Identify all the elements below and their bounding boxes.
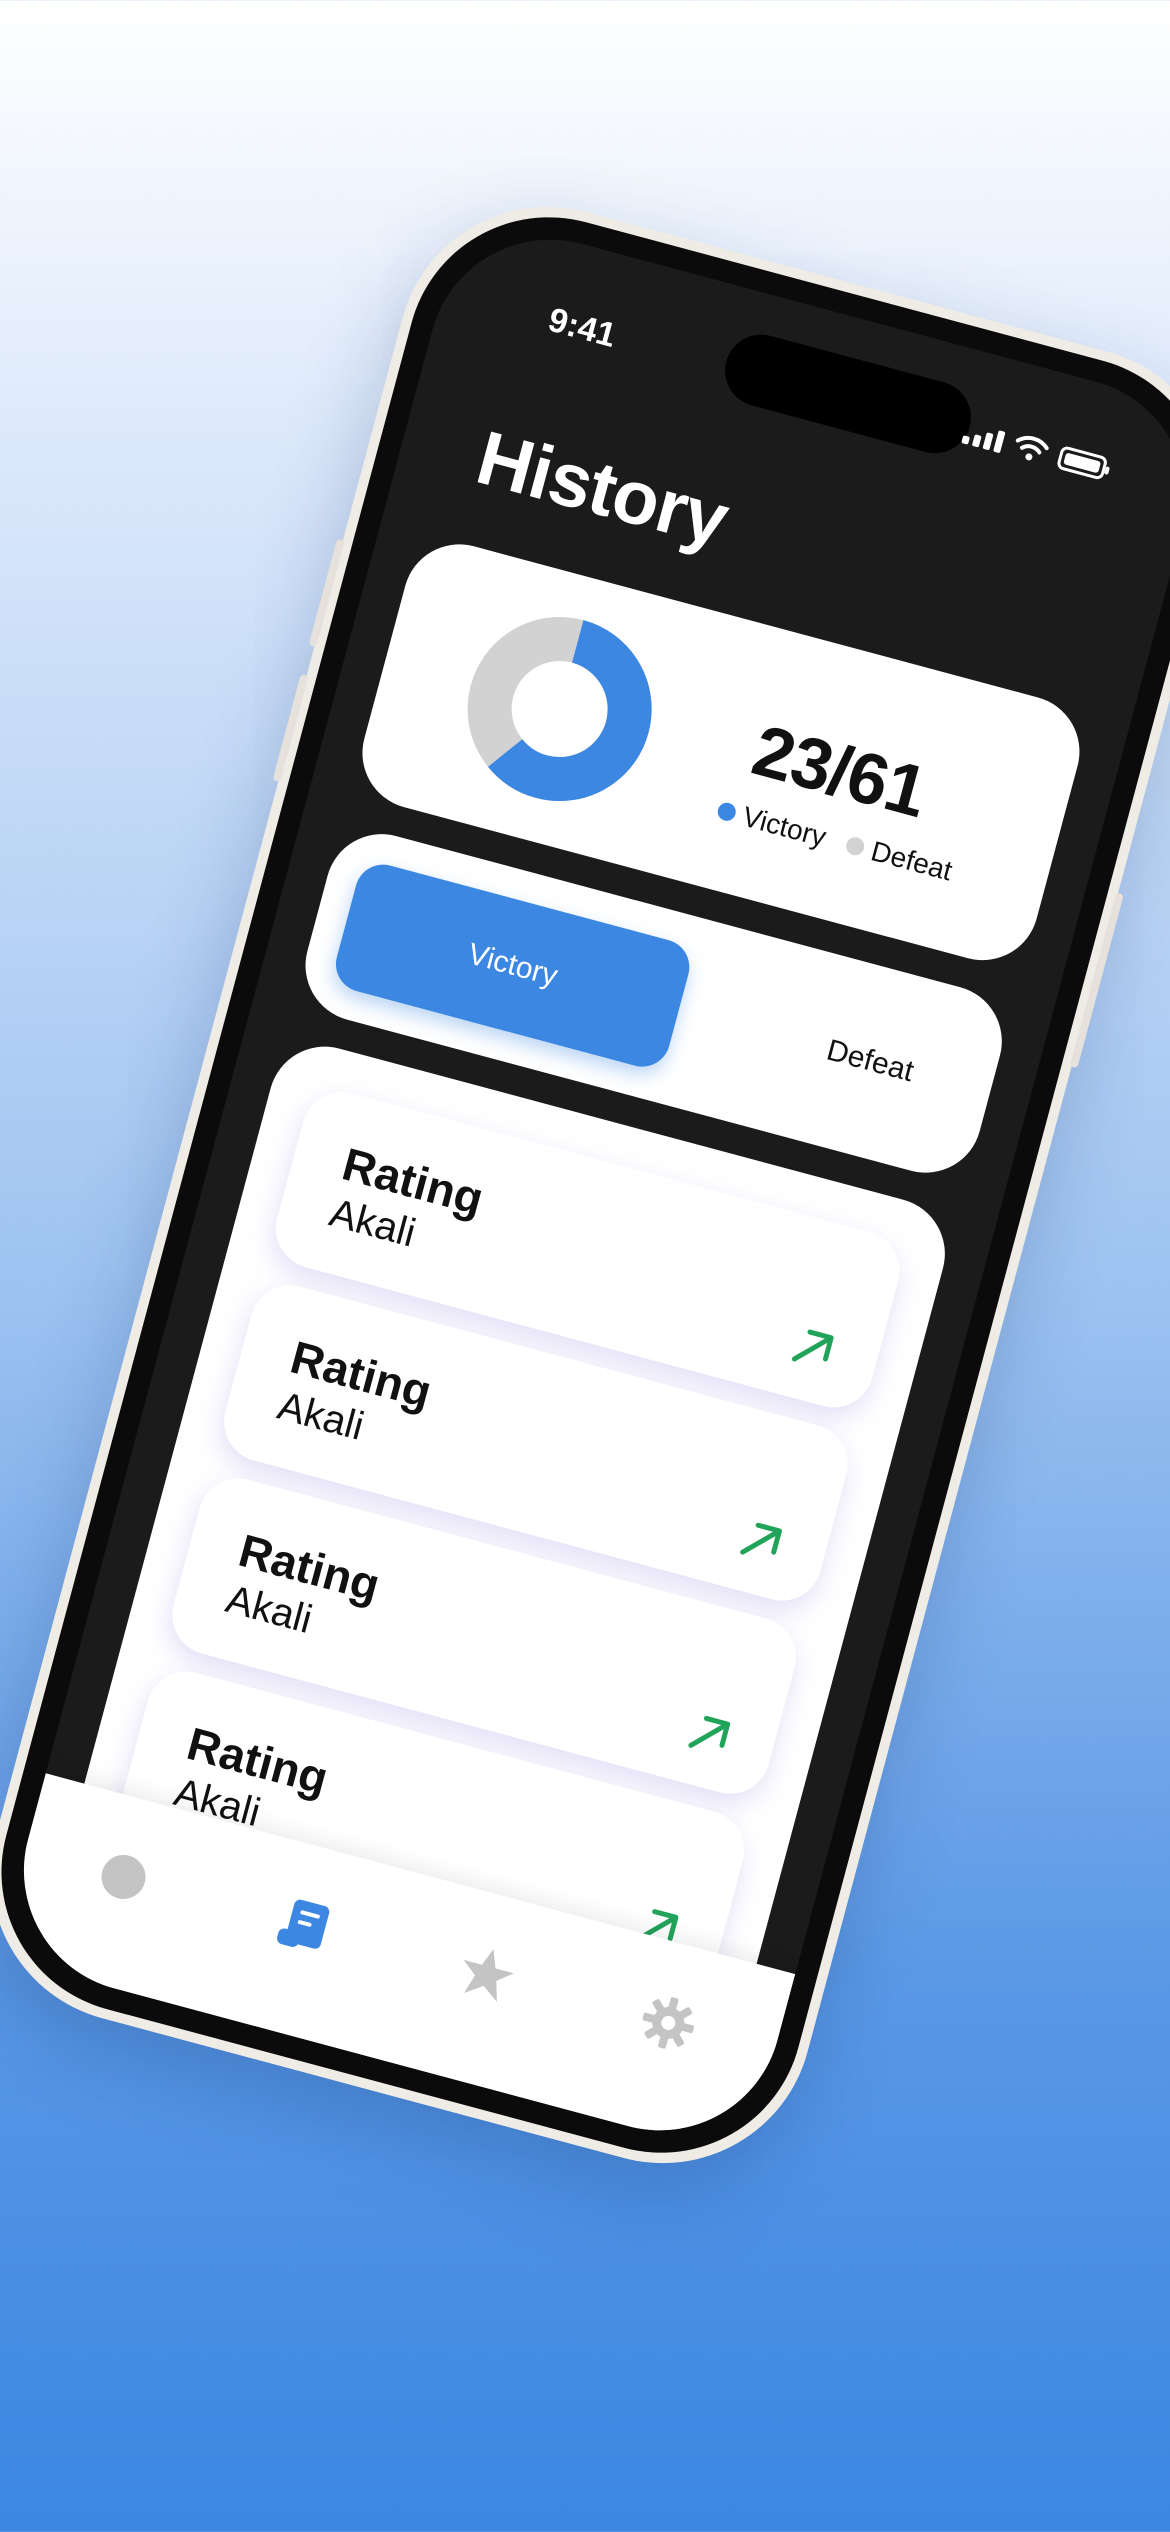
wifi-icon — [1015, 435, 1049, 461]
star-icon — [463, 1949, 514, 2002]
defeat-dot-icon — [844, 835, 867, 858]
status-time: 9:41 — [544, 300, 620, 356]
victory-dot-icon — [715, 800, 738, 823]
phone-bezel: 9:41 History 23/61 Victory Defeat Victor… — [0, 185, 1170, 2185]
app-screen: 9:41 History 23/61 Victory Defeat Victor… — [0, 212, 1170, 2158]
tab-history[interactable] — [266, 1886, 344, 1964]
legend-victory-label: Victory — [739, 800, 830, 853]
dynamic-island — [716, 326, 980, 462]
legend-defeat-label: Defeat — [867, 835, 956, 887]
filter-victory-button[interactable]: Victory — [329, 858, 696, 1073]
arrow-up-right-icon — [688, 1715, 731, 1748]
filter-defeat-button[interactable]: Defeat — [691, 955, 1049, 1168]
scroll-icon — [277, 1899, 330, 1949]
status-icons — [961, 418, 1109, 481]
tab-settings[interactable] — [629, 1984, 707, 2062]
arrow-up-right-icon — [740, 1522, 782, 1555]
phone-frame: 9:41 History 23/61 Victory Defeat Victor… — [0, 173, 1170, 2197]
tab-favorites[interactable] — [447, 1935, 525, 2013]
page-title: History — [468, 415, 737, 564]
circle-icon — [101, 1854, 146, 1899]
cellular-signal-icon — [961, 422, 1006, 454]
battery-icon — [1055, 445, 1109, 481]
tab-circle[interactable] — [84, 1838, 162, 1916]
arrow-up-right-icon — [791, 1329, 834, 1362]
gear-icon — [642, 1997, 694, 2049]
win-ratio-donut-chart — [467, 617, 652, 802]
legend-defeat: Defeat — [842, 828, 956, 887]
